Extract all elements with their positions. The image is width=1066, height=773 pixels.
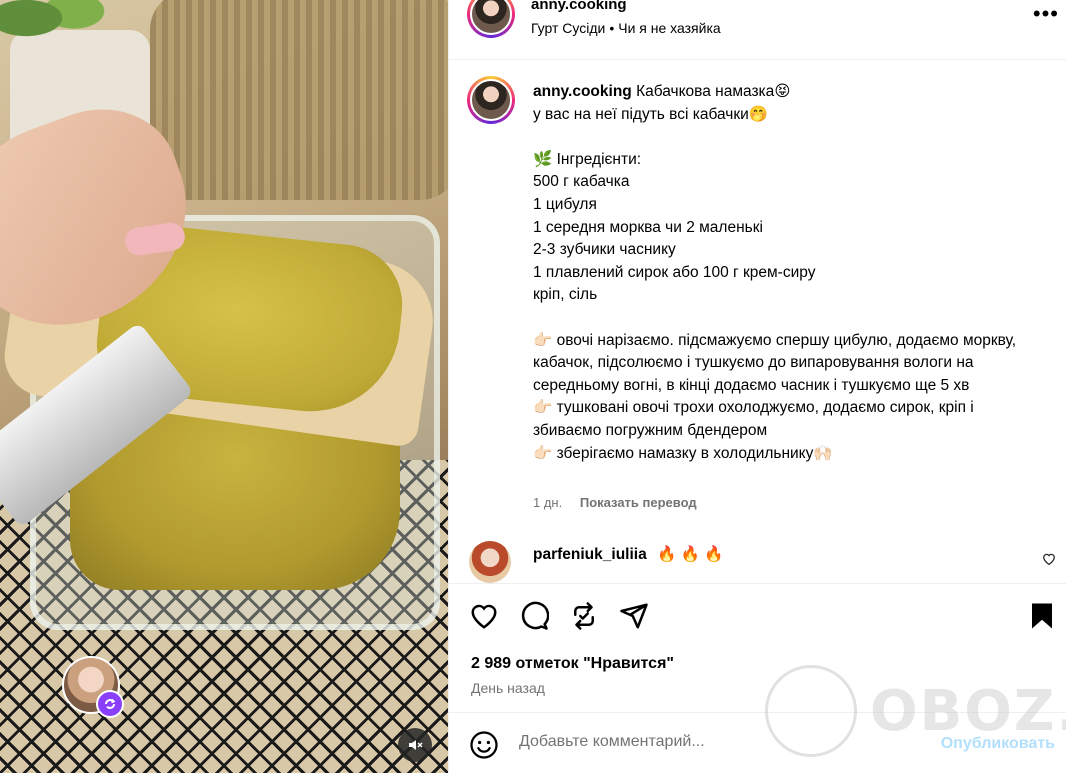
- caption-meta: 1 дн. Показать перевод: [533, 495, 697, 510]
- audio-name[interactable]: Чи я не хазяйка: [618, 20, 720, 36]
- send-icon: [620, 603, 648, 629]
- post-comment-button[interactable]: Опубликовать: [941, 735, 1055, 753]
- bookmark-icon: [1032, 603, 1052, 629]
- remix-icon: [96, 690, 124, 718]
- group-name[interactable]: Гурт Сусіди: [531, 20, 605, 36]
- comment-like-button[interactable]: [1042, 552, 1056, 568]
- comment-text: 🔥 🔥 🔥: [657, 546, 724, 563]
- like-button[interactable]: [469, 601, 499, 631]
- author-avatar[interactable]: [467, 0, 515, 38]
- emoji-button[interactable]: [469, 730, 499, 760]
- more-icon: •••: [1032, 1, 1059, 26]
- caption-body: у вас на неї підуть всі кабачки🤭 🌿 Інгре…: [533, 105, 1017, 462]
- commenter-avatar[interactable]: [469, 541, 511, 583]
- commenter-username[interactable]: parfeniuk_iuliia: [533, 546, 647, 563]
- more-options-button[interactable]: •••: [1032, 1, 1059, 26]
- separator: •: [609, 20, 615, 36]
- post-caption: anny.cooking Кабачкова намазка😝 у вас на…: [533, 81, 1043, 465]
- caption-title: Кабачкова намазка😝: [636, 83, 791, 100]
- post-time[interactable]: День назад: [471, 680, 545, 696]
- comment-input[interactable]: [519, 733, 899, 751]
- save-button[interactable]: [1027, 601, 1057, 631]
- post-subtitle: Гурт Сусіди • Чи я не хазяйка: [531, 20, 721, 36]
- post-panel: anny.cooking Гурт Сусіди • Чи я не хазяйка…: [448, 0, 1066, 773]
- caption-age[interactable]: 1 дн.: [533, 495, 562, 510]
- author-username[interactable]: anny.cooking: [531, 0, 627, 13]
- emoji-icon: [470, 731, 498, 759]
- repost-icon: [574, 602, 594, 630]
- action-bar: 2 989 отметок "Нравится" День назад Опуб…: [449, 583, 1066, 773]
- plant: [0, 0, 110, 60]
- heart-icon: [1043, 553, 1055, 566]
- caption-author-avatar[interactable]: [467, 76, 515, 124]
- comment: parfeniuk_iuliia 🔥 🔥 🔥: [533, 545, 724, 564]
- caption-username[interactable]: anny.cooking: [533, 83, 632, 100]
- comment-composer: Опубликовать: [449, 712, 1066, 773]
- post-header: anny.cooking Гурт Сусіди • Чи я не хазяйка…: [449, 0, 1066, 60]
- comment-button[interactable]: [519, 601, 550, 631]
- post-media[interactable]: [0, 0, 448, 773]
- likes-count[interactable]: 2 989 отметок "Нравится": [471, 655, 674, 673]
- mute-button[interactable]: [398, 728, 432, 762]
- heart-icon: [471, 604, 497, 629]
- repost-button[interactable]: [569, 601, 599, 631]
- translate-button[interactable]: Показать перевод: [580, 495, 697, 510]
- share-button[interactable]: [619, 601, 649, 631]
- muted-speaker-icon: [409, 740, 423, 750]
- comment-icon: [521, 601, 550, 630]
- wicker-basket: [150, 0, 448, 200]
